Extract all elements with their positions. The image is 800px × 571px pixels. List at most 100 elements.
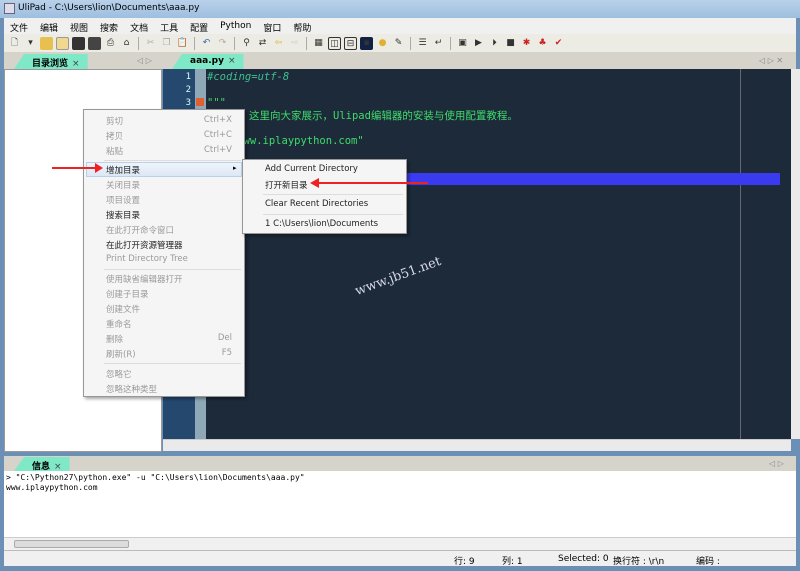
terminal-icon[interactable]: ▪	[360, 36, 373, 50]
copy-icon[interactable]: ❐	[160, 37, 173, 50]
wrap-icon[interactable]: ↵	[432, 37, 445, 50]
menu-item-create-subdir[interactable]: 创建子目录	[106, 288, 149, 300]
menu-tools[interactable]: 工具	[160, 21, 178, 34]
options-icon[interactable]: ☰	[416, 37, 429, 50]
menu-config[interactable]: 配置	[190, 21, 208, 34]
menu-item-project-settings[interactable]: 项目设置	[106, 194, 140, 206]
close-icon[interactable]: ×	[228, 56, 236, 66]
menu-item-close-directory[interactable]: 关闭目录	[106, 179, 140, 191]
shortcut: Ctrl+V	[203, 145, 232, 155]
submenu-clear-recent[interactable]: Clear Recent Directories	[265, 199, 368, 209]
tab-scroll-arrows[interactable]: ◁ ▷ ✕	[759, 56, 783, 65]
annotation-arrowhead-icon	[310, 178, 319, 188]
tab-directory-browser[interactable]: 目录浏览 ×	[14, 54, 88, 69]
code-line-4: 玩蛇网：这里向大家展示，Ulipad编辑器的安装与使用配置教程。	[207, 110, 518, 122]
debug-icon[interactable]: ⏵	[488, 37, 501, 50]
status-bar: 行: 9 列: 1 Selected: 0 换行符 : \r\n 编码 :	[4, 550, 796, 567]
submenu-arrow-icon: ▸	[233, 164, 237, 172]
submenu-add-current-directory[interactable]: Add Current Directory	[265, 164, 358, 174]
menu-item-open-explorer[interactable]: 在此打开资源管理器	[106, 239, 183, 251]
open-folder-icon[interactable]	[40, 36, 53, 50]
menu-help[interactable]: 帮助	[293, 21, 311, 34]
editor-horizontal-scrollbar[interactable]	[163, 439, 791, 451]
status-eol: 换行符 : \r\n	[613, 557, 665, 567]
menu-item-create-file[interactable]: 创建文件	[106, 303, 140, 315]
toolbar: 🗋 ▾ ⎙ ⌂ ✂ ❐ 📋 ↶ ↷ ⚲ ⇄ ⇦ ⇨ ▦ ◫ ⊟ ▪ ● ✎ ☰ …	[4, 34, 796, 52]
menu-item-search-directory[interactable]: 搜索目录	[106, 209, 140, 221]
bug-icon[interactable]: ✱	[520, 37, 533, 50]
edit-icon[interactable]: ✎	[392, 37, 405, 50]
annotation-arrow	[318, 182, 428, 184]
menu-edit[interactable]: 编辑	[40, 21, 58, 34]
submenu-open-new-directory[interactable]: 打开新目录	[265, 179, 308, 191]
stop-icon[interactable]: ■	[504, 37, 517, 50]
menu-item-refresh[interactable]: 刷新(R)	[106, 348, 136, 360]
shortcut: Ctrl+X	[203, 115, 232, 125]
code-editor[interactable]: #coding=utf-8 """ 玩蛇网：这里向大家展示，Ulipad编辑器的…	[163, 69, 791, 439]
cut-icon[interactable]: ✂	[144, 37, 157, 50]
tab-aaa-py[interactable]: aaa.py ×	[172, 54, 244, 69]
tab-scroll-arrows[interactable]: ◁ ▷	[769, 459, 784, 468]
menu-search[interactable]: 搜索	[100, 21, 118, 34]
title-bar: UliPad - C:\Users\lion\Documents\aaa.py	[0, 0, 800, 18]
menu-window[interactable]: 窗口	[263, 21, 281, 34]
forward-icon[interactable]: ⇨	[288, 37, 301, 50]
dropdown-icon[interactable]: ▾	[24, 37, 37, 50]
find-icon[interactable]: ⚲	[240, 37, 253, 50]
open-icon[interactable]	[56, 36, 69, 50]
menu-python[interactable]: Python	[220, 21, 251, 31]
replace-icon[interactable]: ⇄	[256, 37, 269, 50]
print-icon[interactable]: ⎙	[104, 37, 117, 50]
app-icon	[4, 3, 15, 14]
properties-icon[interactable]: ▦	[312, 37, 325, 50]
menu-item-ignore-type[interactable]: 忽略这种类型	[106, 383, 157, 395]
line-number: 1	[185, 72, 191, 82]
shortcut: F5	[221, 348, 232, 358]
menu-item-open-cmd[interactable]: 在此打开命令窗口	[106, 224, 174, 236]
paste-icon[interactable]: 📋	[176, 37, 189, 50]
layout-1-icon[interactable]: ◫	[328, 36, 341, 50]
menu-item-rename[interactable]: 重命名	[106, 318, 132, 330]
fold-toggle-icon[interactable]	[196, 98, 204, 106]
menu-item-print-tree[interactable]: Print Directory Tree	[106, 254, 188, 264]
run-icon[interactable]: ▶	[472, 37, 485, 50]
menu-file[interactable]: 文件	[10, 21, 28, 34]
submenu-recent-directory[interactable]: 1 C:\Users\lion\Documents	[265, 219, 378, 229]
new-file-icon[interactable]: 🗋	[8, 37, 21, 50]
output-horizontal-scrollbar[interactable]	[4, 537, 796, 550]
window-title: UliPad - C:\Users\lion\Documents\aaa.py	[18, 3, 200, 13]
status-row: 行: 9	[454, 557, 475, 567]
menu-document[interactable]: 文档	[130, 21, 148, 34]
tab-scroll-arrows[interactable]: ◁ ▷	[137, 56, 152, 65]
hint-icon[interactable]: ●	[376, 37, 389, 50]
plugin-icon[interactable]: ♣	[536, 37, 549, 50]
back-icon[interactable]: ⇦	[272, 37, 285, 50]
scrollbar-thumb[interactable]	[14, 540, 129, 548]
line-number: 2	[185, 85, 191, 95]
menu-item-paste[interactable]: 粘贴	[106, 145, 123, 157]
save-icon[interactable]	[72, 36, 85, 50]
menu-view[interactable]: 视图	[70, 21, 88, 34]
annotation-arrowhead-icon	[95, 163, 103, 173]
current-line-highlight	[405, 173, 780, 185]
vertical-scrollbar[interactable]	[791, 69, 800, 439]
menu-item-ignore[interactable]: 忽略它	[106, 368, 132, 380]
shell-icon[interactable]: ▣	[456, 37, 469, 50]
code-line-1: #coding=utf-8	[207, 71, 290, 83]
menu-item-delete[interactable]: 删除	[106, 333, 123, 345]
output-pane[interactable]: > "C:\Python27\python.exe" -u "C:\Users\…	[4, 471, 796, 537]
print-preview-icon[interactable]: ⌂	[120, 37, 133, 50]
redo-icon[interactable]: ↷	[216, 37, 229, 50]
shortcut: Del	[217, 333, 232, 343]
menu-item-open-default-editor[interactable]: 使用缺省编辑器打开	[106, 273, 183, 285]
tab-info[interactable]: 信息 ×	[14, 457, 70, 471]
menu-item-copy[interactable]: 拷贝	[106, 130, 123, 142]
save-all-icon[interactable]	[88, 36, 101, 50]
close-icon[interactable]: ×	[72, 59, 80, 69]
undo-icon[interactable]: ↶	[200, 37, 213, 50]
menu-item-cut[interactable]: 剪切	[106, 115, 123, 127]
line-number: 3	[185, 98, 191, 108]
menu-item-add-directory[interactable]: 增加目录	[106, 164, 140, 176]
check-icon[interactable]: ✔	[552, 37, 565, 50]
layout-2-icon[interactable]: ⊟	[344, 36, 357, 50]
